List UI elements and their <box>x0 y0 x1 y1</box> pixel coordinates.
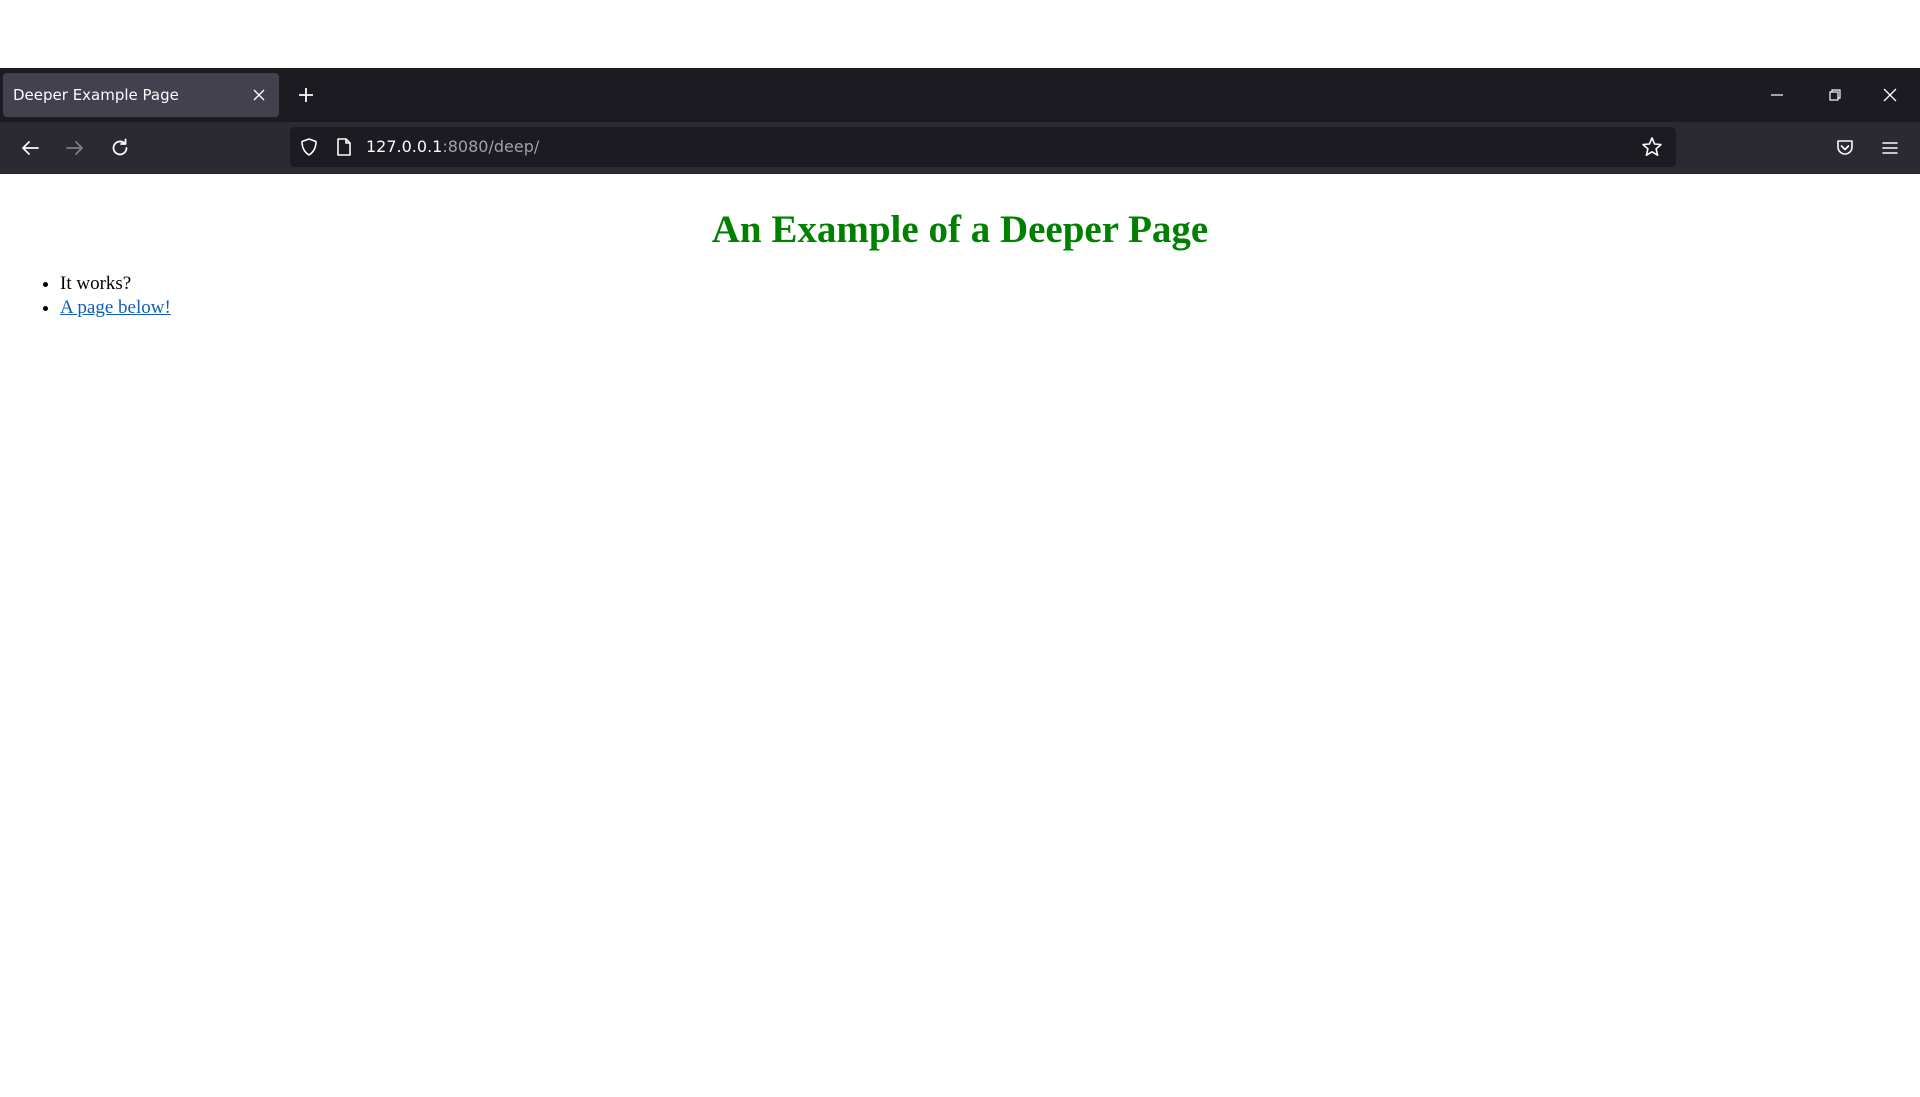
pocket-button[interactable] <box>1829 132 1861 164</box>
restore-button[interactable] <box>1818 78 1852 112</box>
plus-icon <box>299 88 313 102</box>
pocket-icon <box>1837 140 1853 155</box>
tab-bar: Deeper Example Page <box>0 68 1920 122</box>
shield-icon[interactable] <box>297 135 321 159</box>
page-content: An Example of a Deeper Page It works? A … <box>0 174 1920 1097</box>
new-tab-button[interactable] <box>292 81 320 109</box>
tab-title: Deeper Example Page <box>13 86 179 104</box>
list-item: It works? <box>60 272 171 296</box>
reload-button[interactable] <box>104 132 136 164</box>
minimize-button[interactable] <box>1760 78 1794 112</box>
close-icon <box>253 89 265 101</box>
arrow-left-icon <box>22 141 39 155</box>
arrow-right-icon <box>66 141 83 155</box>
page-icon[interactable] <box>332 135 356 159</box>
bullet-list: It works? A page below! <box>20 272 171 320</box>
restore-icon <box>1829 89 1841 101</box>
hamburger-icon <box>1882 142 1898 154</box>
bookmark-star-button[interactable] <box>1640 135 1664 159</box>
url-host: 127.0.0.1 <box>366 137 443 156</box>
url-path: :8080/deep/ <box>442 137 540 156</box>
close-window-button[interactable] <box>1873 78 1907 112</box>
app-menu-button[interactable] <box>1874 132 1906 164</box>
address-bar[interactable]: 127.0.0.1:8080/deep/ <box>290 127 1676 167</box>
back-button[interactable] <box>14 132 46 164</box>
screen-top-margin <box>0 0 1920 68</box>
star-icon <box>1642 137 1662 156</box>
forward-button[interactable] <box>59 132 91 164</box>
navigation-toolbar: 127.0.0.1:8080/deep/ <box>0 122 1920 174</box>
minimize-icon <box>1771 94 1783 96</box>
tab-close-button[interactable] <box>247 83 271 107</box>
page-below-link[interactable]: A page below! <box>60 297 171 318</box>
reload-icon <box>112 138 128 156</box>
close-icon <box>1883 88 1897 102</box>
url-text[interactable]: 127.0.0.1:8080/deep/ <box>366 137 539 156</box>
list-item: A page below! <box>60 296 171 320</box>
tab-active[interactable]: Deeper Example Page <box>3 73 279 117</box>
browser-window: Deeper Example Page 127.0.0.1:8080/deep/… <box>0 68 1920 1097</box>
page-title: An Example of a Deeper Page <box>711 208 1209 251</box>
